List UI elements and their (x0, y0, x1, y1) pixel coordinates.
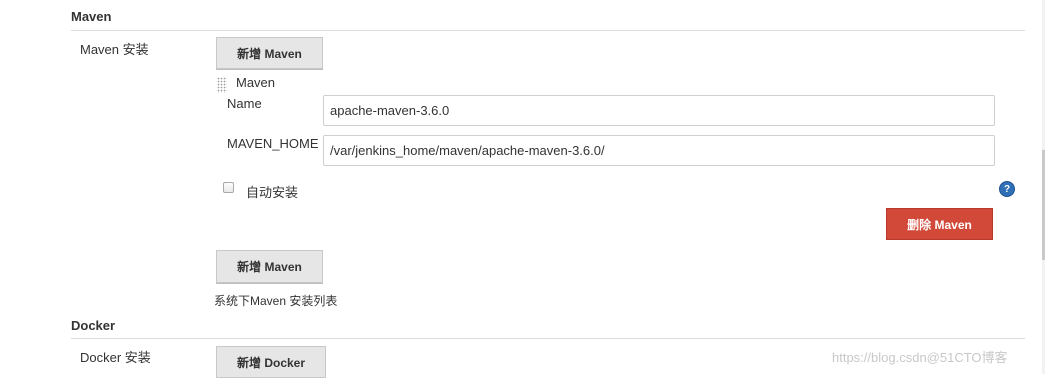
add-docker-button[interactable]: 新增 Docker (216, 346, 326, 378)
maven-install-label: Maven 安装 (80, 42, 149, 57)
docker-section-title: Docker (71, 318, 116, 333)
maven-home-input[interactable] (323, 135, 995, 166)
maven-home-label: MAVEN_HOME (227, 136, 319, 151)
maven-section-divider (71, 30, 1025, 31)
docker-install-label: Docker 安装 (80, 350, 151, 365)
maven-name-input[interactable] (323, 95, 995, 126)
maven-section-title: Maven (71, 9, 112, 24)
drag-handle-icon[interactable] (217, 77, 227, 93)
name-label: Name (227, 96, 262, 111)
help-icon[interactable]: ? (999, 181, 1015, 197)
maven-list-caption: 系统下Maven 安装列表 (214, 294, 338, 308)
watermark: https://blog.csdn@51CTO博客 (832, 350, 1008, 365)
auto-install-checkbox[interactable] (223, 182, 234, 193)
docker-section-divider (71, 338, 1025, 339)
add-maven-button-top[interactable]: 新增 Maven (216, 37, 323, 69)
add-maven-button-bottom[interactable]: 新增 Maven (216, 250, 323, 283)
delete-maven-button[interactable]: 删除 Maven (886, 208, 993, 240)
maven-item-title: Maven (236, 75, 276, 90)
auto-install-label: 自动安装 (246, 185, 299, 200)
